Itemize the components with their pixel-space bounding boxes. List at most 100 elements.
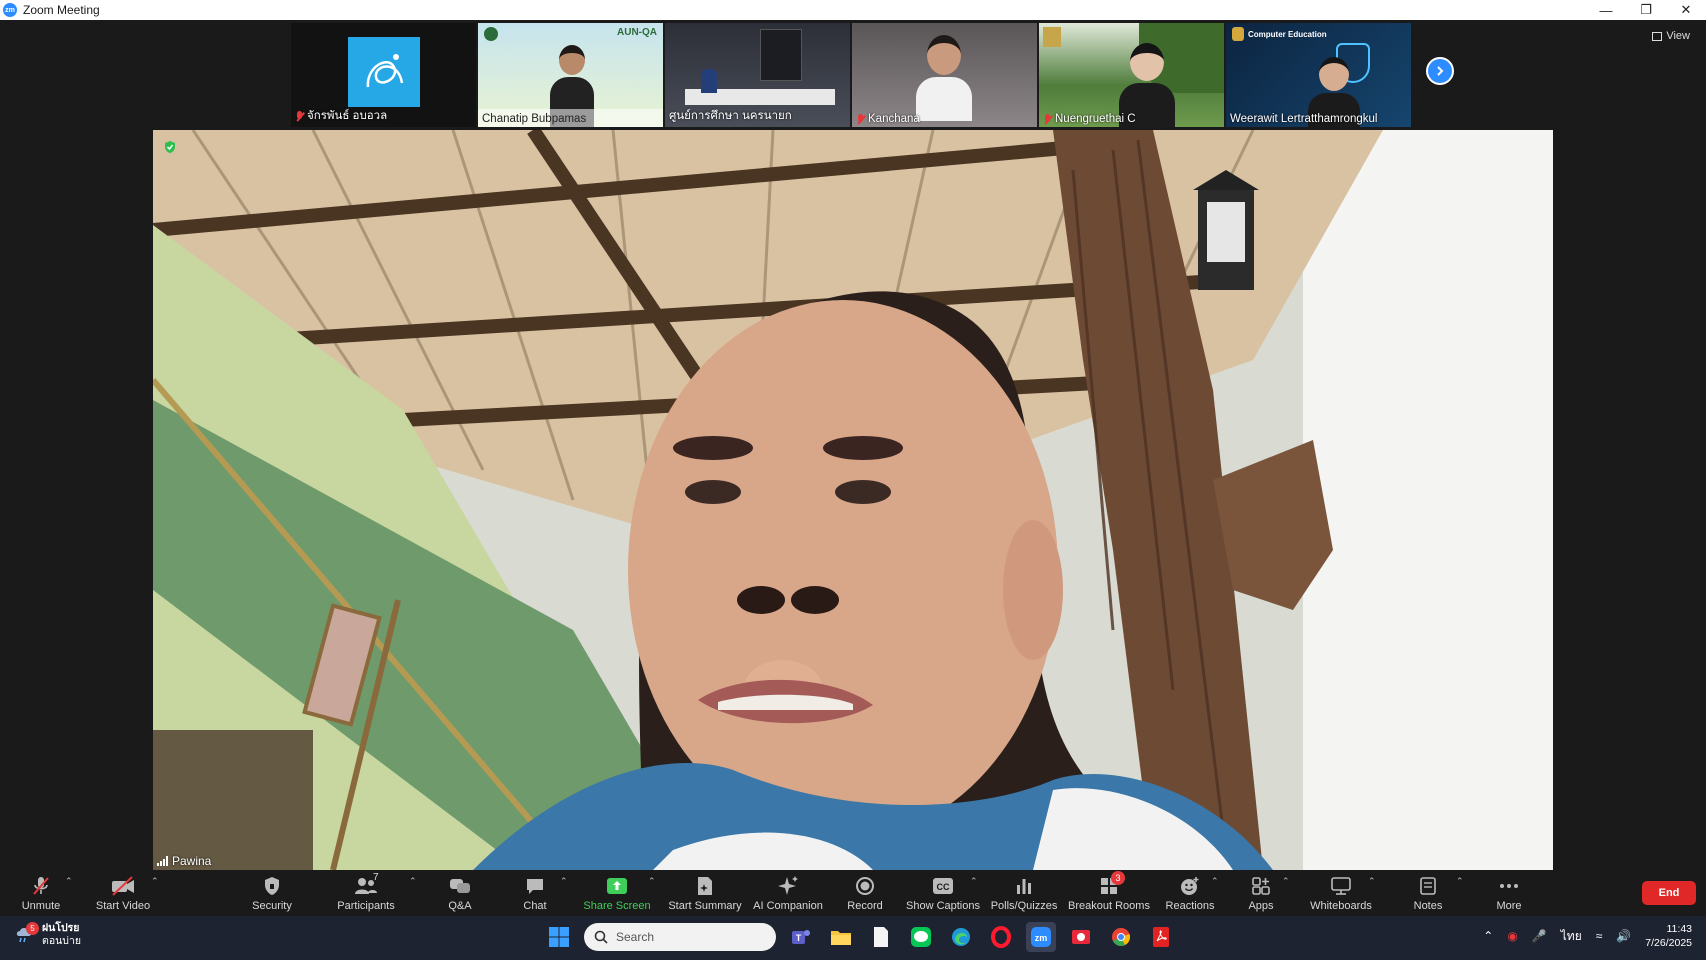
unmute-label: Unmute — [21, 900, 61, 912]
view-button[interactable]: View — [1652, 30, 1690, 42]
speaker-video-frame — [153, 130, 1553, 870]
participant-tile[interactable]: Nuengruethai C — [1039, 23, 1224, 127]
connection-signal-icon — [157, 856, 168, 866]
svg-text:zm: zm — [1035, 933, 1048, 943]
participant-tile[interactable]: ศูนย์การศึกษา นครนายก — [665, 23, 850, 127]
whiteboards-button[interactable]: Whiteboards — [1310, 870, 1372, 916]
start-button[interactable] — [544, 922, 574, 952]
chrome-taskbar-icon[interactable] — [1106, 922, 1136, 952]
muted-mic-icon — [1043, 113, 1052, 125]
volume-icon[interactable]: 🔊 — [1616, 929, 1631, 943]
weather-condition: ฝนโปรย — [42, 922, 80, 934]
participant-tile[interactable]: AUN-QA Chanatip Bubpamas — [478, 23, 663, 127]
file-explorer-taskbar-icon[interactable] — [826, 922, 856, 952]
captions-cc-icon: CC — [933, 878, 953, 894]
banner-text: Computer Education — [1248, 29, 1327, 39]
teams-taskbar-icon[interactable]: T — [786, 922, 816, 952]
notes-icon — [1420, 877, 1436, 895]
participant-tile[interactable]: จักรพันธ์ อบอวล — [291, 23, 476, 127]
zoom-taskbar-icon[interactable]: zm — [1026, 922, 1056, 952]
svg-text:CC: CC — [937, 882, 950, 892]
grid-view-icon — [1652, 31, 1663, 41]
show-captions-label: Show Captions — [906, 900, 980, 912]
encryption-shield-icon[interactable] — [163, 140, 177, 154]
meeting-toolbar: Unmute ⌃ Start Video ⌃ Security 7 Partic… — [0, 870, 1706, 916]
line-app-taskbar-icon[interactable] — [906, 922, 936, 952]
notes-label: Notes — [1413, 900, 1443, 912]
start-summary-button[interactable]: Start Summary — [668, 870, 742, 916]
participant-tile[interactable]: Computer Education Weerawit Lertratthamr… — [1226, 23, 1411, 127]
notes-options-caret[interactable]: ⌃ — [1456, 876, 1464, 887]
show-hidden-icons-chevron-icon[interactable]: ⌃ — [1483, 929, 1493, 943]
record-button[interactable]: Record — [847, 870, 883, 916]
participant-name: Nuengruethai C — [1055, 113, 1136, 125]
participant-name: Kanchana — [868, 113, 920, 125]
breakout-rooms-button[interactable]: 3 Breakout Rooms — [1068, 870, 1150, 916]
apps-options-caret[interactable]: ⌃ — [1282, 876, 1290, 887]
chat-bubble-icon — [527, 879, 543, 894]
weather-period: ตอนบ่าย — [42, 935, 82, 947]
ai-companion-label: AI Companion — [753, 900, 823, 912]
restore-button[interactable]: ❐ — [1626, 0, 1666, 20]
polls-quizzes-button[interactable]: Polls/Quizzes — [991, 870, 1057, 916]
notes-button[interactable]: Notes — [1412, 870, 1444, 916]
participants-options-caret[interactable]: ⌃ — [409, 876, 417, 887]
apps-button[interactable]: Apps — [1246, 870, 1276, 916]
input-language[interactable]: ไทย — [1561, 927, 1582, 946]
wall-screen — [760, 29, 802, 81]
document-taskbar-icon[interactable] — [866, 922, 896, 952]
unmute-button[interactable]: Unmute — [20, 870, 62, 916]
apps-icon — [1252, 877, 1270, 895]
participant-tile[interactable]: Kanchana — [852, 23, 1037, 127]
next-page-button[interactable] — [1426, 57, 1454, 85]
reactions-button[interactable]: Reactions — [1166, 870, 1214, 916]
chevron-right-icon — [1437, 66, 1444, 76]
video-options-caret[interactable]: ⌃ — [151, 876, 159, 887]
more-button[interactable]: More — [1494, 870, 1524, 916]
weather-widget[interactable]: 5 ฝนโปรย ตอนบ่าย — [14, 922, 81, 948]
taskbar-clock[interactable]: 11:43 7/26/2025 — [1645, 922, 1692, 950]
qa-button[interactable]: Q&A — [446, 870, 474, 916]
view-button-label: View — [1666, 30, 1690, 42]
ai-companion-button[interactable]: AI Companion — [753, 870, 823, 916]
window-titlebar: zm Zoom Meeting — ❐ ✕ — [0, 0, 1706, 20]
whiteboards-label: Whiteboards — [1310, 900, 1372, 912]
security-label: Security — [252, 900, 292, 912]
whiteboards-options-caret[interactable]: ⌃ — [1368, 876, 1376, 887]
breakout-badge: 3 — [1111, 871, 1125, 885]
breakout-rooms-label: Breakout Rooms — [1068, 900, 1150, 912]
share-options-caret[interactable]: ⌃ — [648, 876, 656, 887]
opera-taskbar-icon[interactable] — [986, 922, 1016, 952]
active-speaker-video: Pawina — [153, 130, 1553, 870]
microphone-tray-icon[interactable]: 🎤 — [1532, 929, 1547, 943]
banner-text: AUN-QA — [617, 27, 657, 38]
participants-button[interactable]: 7 Participants — [337, 870, 394, 916]
show-captions-button[interactable]: CC Show Captions — [906, 870, 980, 916]
reactions-options-caret[interactable]: ⌃ — [1211, 876, 1219, 887]
qa-icon — [450, 879, 470, 893]
taskbar-search-box[interactable]: Search — [584, 923, 776, 951]
clock-date: 7/26/2025 — [1645, 937, 1692, 949]
app-tray-icon[interactable]: ◉ — [1507, 929, 1517, 943]
speaker-name: Pawina — [172, 854, 212, 868]
start-video-button[interactable]: Start Video — [94, 870, 152, 916]
snipping-tool-taskbar-icon[interactable] — [1066, 922, 1096, 952]
captions-options-caret[interactable]: ⌃ — [970, 876, 978, 887]
window-title: Zoom Meeting — [23, 3, 100, 17]
chat-button[interactable]: Chat — [523, 870, 547, 916]
security-button[interactable]: Security — [250, 870, 294, 916]
share-screen-button[interactable]: Share Screen — [583, 870, 651, 916]
summary-icon — [698, 877, 712, 895]
minimize-button[interactable]: — — [1586, 0, 1626, 20]
acrobat-taskbar-icon[interactable] — [1146, 922, 1176, 952]
wifi-icon[interactable]: ≈ — [1596, 929, 1603, 943]
chat-options-caret[interactable]: ⌃ — [560, 876, 568, 887]
participant-name: Weerawit Lertratthamrongkul — [1230, 113, 1378, 125]
audio-options-caret[interactable]: ⌃ — [65, 876, 73, 887]
reactions-label: Reactions — [1165, 900, 1215, 912]
search-icon — [594, 930, 608, 944]
edge-taskbar-icon[interactable] — [946, 922, 976, 952]
muted-microphone-icon — [33, 877, 49, 895]
end-meeting-button[interactable]: End — [1642, 881, 1696, 905]
close-button[interactable]: ✕ — [1666, 0, 1706, 20]
